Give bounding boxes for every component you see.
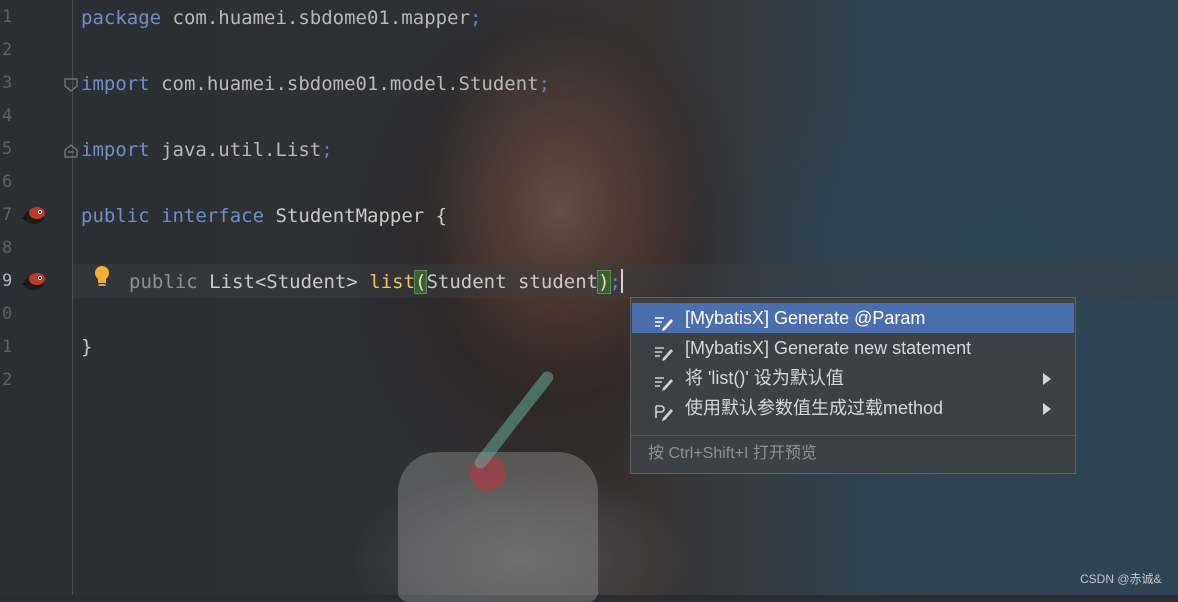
menu-item-generate-statement[interactable]: [MybatisX] Generate new statement bbox=[632, 333, 1074, 363]
code-line-method[interactable]: public List<Student> list(Student studen… bbox=[129, 267, 621, 297]
preview-hint: 按 Ctrl+Shift+I 打开预览 bbox=[648, 445, 817, 462]
submenu-arrow-icon bbox=[1043, 373, 1051, 385]
paren-match-close: ) bbox=[597, 270, 611, 294]
return-type: List<Student> bbox=[209, 271, 358, 293]
menu-item-label: [MybatisX] Generate @Param bbox=[685, 308, 926, 328]
popup-divider bbox=[631, 435, 1075, 436]
submenu-arrow-icon bbox=[1043, 403, 1051, 415]
edit-overload-icon bbox=[654, 400, 674, 421]
keyword-import: import bbox=[81, 73, 150, 95]
line-number: 1 bbox=[2, 337, 13, 357]
close-brace: } bbox=[81, 336, 93, 358]
menu-item-label: [MybatisX] Generate new statement bbox=[685, 338, 972, 358]
method-name: list bbox=[369, 271, 416, 293]
edit-intention-icon bbox=[654, 370, 674, 391]
menu-item-label: 使用默认参数值生成过载method bbox=[685, 398, 944, 418]
line-number: 4 bbox=[2, 106, 13, 126]
keyword-public: public bbox=[129, 271, 198, 293]
watermark: CSDN @赤诚& bbox=[1080, 572, 1162, 586]
line-number: 6 bbox=[2, 172, 13, 192]
semicolon: ; bbox=[321, 139, 333, 161]
package-name: com.huamei.sbdome01.mapper bbox=[172, 7, 470, 29]
keyword-package: package bbox=[81, 7, 162, 29]
mybatis-bird-icon[interactable] bbox=[22, 204, 48, 226]
line-number: 5 bbox=[2, 139, 13, 159]
line-number: 1 bbox=[2, 7, 13, 27]
edit-intention-icon bbox=[654, 310, 674, 331]
fold-start-icon[interactable] bbox=[64, 77, 78, 92]
line-number: 2 bbox=[2, 40, 13, 60]
semicolon: ; bbox=[469, 7, 482, 29]
import-path: java.util.List bbox=[161, 139, 322, 161]
intention-actions-popup[interactable]: [MybatisX] Generate @Param [MybatisX] Ge… bbox=[630, 297, 1076, 474]
editor-gutter[interactable]: 1 2 3 4 5 6 7 8 9 0 1 2 bbox=[0, 0, 78, 595]
keyword-public: public bbox=[81, 205, 150, 227]
line-number: 0 bbox=[2, 304, 13, 324]
edit-intention-icon bbox=[654, 340, 674, 361]
code-line-close-brace[interactable]: } bbox=[81, 332, 92, 362]
method-params: Student student bbox=[426, 271, 599, 293]
fold-end-icon[interactable] bbox=[64, 143, 78, 158]
semicolon: ; bbox=[538, 73, 551, 95]
line-number: 7 bbox=[2, 205, 13, 225]
menu-item-generate-overload[interactable]: 使用默认参数值生成过载method bbox=[632, 393, 1074, 423]
line-number: 3 bbox=[2, 73, 13, 93]
interface-name: StudentMapper bbox=[275, 205, 425, 227]
text-caret bbox=[621, 269, 623, 293]
lightbulb-icon[interactable] bbox=[92, 265, 112, 289]
code-line-interface[interactable]: public interface StudentMapper { bbox=[81, 201, 447, 231]
line-number: 2 bbox=[2, 370, 13, 390]
code-line-package[interactable]: package com.huamei.sbdome01.mapper; bbox=[81, 3, 481, 33]
semicolon: ; bbox=[609, 271, 621, 293]
mybatis-bird-icon[interactable] bbox=[22, 270, 48, 292]
import-path: com.huamei.sbdome01.model.Student bbox=[161, 73, 539, 95]
menu-item-label: 将 'list()' 设为默认值 bbox=[685, 368, 844, 388]
menu-item-set-default[interactable]: 将 'list()' 设为默认值 bbox=[632, 363, 1074, 393]
code-line-import-list[interactable]: import java.util.List; bbox=[81, 135, 333, 165]
keyword-import: import bbox=[81, 139, 150, 161]
line-number-current: 9 bbox=[2, 271, 13, 291]
paren-match-open: ( bbox=[413, 270, 428, 294]
keyword-interface: interface bbox=[161, 205, 265, 227]
menu-item-generate-param[interactable]: [MybatisX] Generate @Param bbox=[632, 303, 1074, 333]
open-brace: { bbox=[435, 205, 448, 227]
line-number: 8 bbox=[2, 238, 13, 258]
code-line-import-student[interactable]: import com.huamei.sbdome01.model.Student… bbox=[81, 69, 550, 99]
